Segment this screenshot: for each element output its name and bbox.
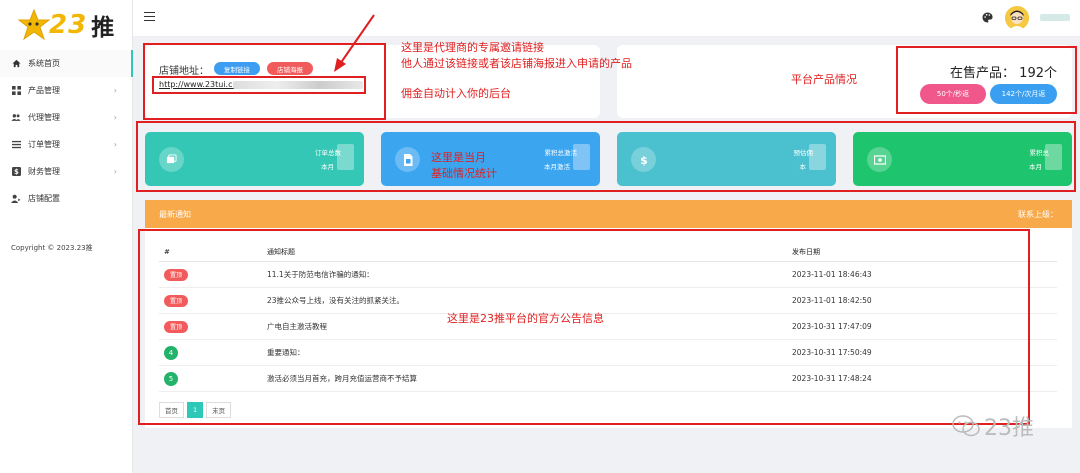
- sidebar-item-products[interactable]: 产品管理 ›: [0, 77, 133, 104]
- annotation-box-notices: [138, 229, 1030, 425]
- logo-cn: 推: [91, 15, 115, 41]
- watermark-text: 23推: [984, 416, 1034, 441]
- annotation-text: 这里是当月 基础情况统计: [431, 151, 497, 180]
- sidebar-item-label: 财务管理: [28, 167, 60, 176]
- annotation-text: 这里是23推平台的官方公告信息: [447, 312, 604, 325]
- top-header: [133, 0, 1080, 37]
- star-logo-icon: [17, 8, 51, 41]
- annotation-text: 这里是代理商的专属邀请链接 他人通过该链接或者该店铺海报进入申请的产品 佣金自动…: [401, 41, 632, 100]
- svg-text:$: $: [14, 168, 19, 176]
- username-redacted: [1040, 14, 1070, 21]
- home-icon: [11, 59, 21, 69]
- grid-icon: [11, 86, 21, 96]
- palette-icon[interactable]: [982, 12, 993, 23]
- notice-title: 最新通知: [159, 209, 191, 219]
- wechat-icon: [952, 415, 980, 437]
- chevron-right-icon: ›: [113, 113, 117, 122]
- contact-superior-link[interactable]: 联系上级：: [1018, 209, 1058, 220]
- sidebar-item-finance[interactable]: $ 财务管理 ›: [0, 158, 133, 185]
- sidebar-nav: 系统首页 产品管理 › 代理管理 › 订单管理 › $ 财务管理 › 店铺配置: [0, 50, 133, 212]
- sidebar-item-label: 代理管理: [28, 113, 60, 122]
- annotation-arrow-icon: [334, 14, 375, 72]
- annotation-text: 平台产品情况: [791, 73, 857, 86]
- sidebar-item-label: 店铺配置: [28, 194, 60, 203]
- sidebar-item-orders[interactable]: 订单管理 ›: [0, 131, 133, 158]
- sidebar-item-label: 系统首页: [28, 59, 60, 68]
- sidebar-item-shop-config[interactable]: 店铺配置: [0, 185, 133, 212]
- list-icon: [11, 140, 21, 150]
- menu-toggle-icon[interactable]: [144, 12, 155, 22]
- sidebar: 23 推 系统首页 产品管理 › 代理管理 › 订单管理 › $ 财务管理 › …: [0, 0, 133, 473]
- avatar[interactable]: [1005, 6, 1029, 30]
- annotation-box-stats: [136, 121, 1076, 192]
- chevron-right-icon: ›: [113, 167, 117, 176]
- logo-text: 23: [49, 10, 88, 40]
- chevron-right-icon: ›: [113, 86, 117, 95]
- copyright: Copyright © 2023.23推: [11, 244, 93, 252]
- notice-header: 最新通知 联系上级：: [145, 200, 1072, 228]
- watermark: 23推: [952, 410, 1034, 442]
- sidebar-item-label: 订单管理: [28, 140, 60, 149]
- sidebar-item-agents[interactable]: 代理管理 ›: [0, 104, 133, 131]
- chevron-right-icon: ›: [113, 140, 117, 149]
- finance-icon: $: [11, 167, 21, 177]
- users-icon: [11, 113, 21, 123]
- user-config-icon: [11, 194, 21, 204]
- annotation-box-products: [896, 46, 1077, 114]
- logo[interactable]: 23 推: [17, 8, 114, 42]
- sidebar-item-home[interactable]: 系统首页: [0, 50, 133, 77]
- sidebar-item-label: 产品管理: [28, 86, 60, 95]
- annotation-box-url: [152, 76, 366, 94]
